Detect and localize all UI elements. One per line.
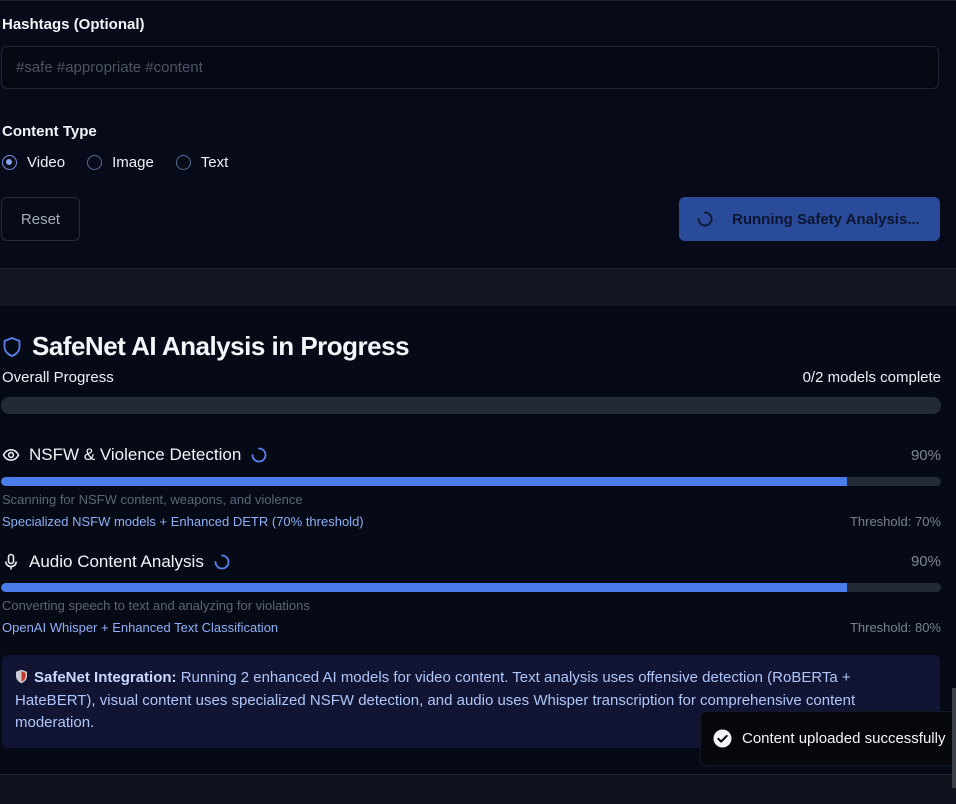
- radio-video-circle[interactable]: [2, 154, 17, 170]
- model-nsfw-progress-bar: [1, 477, 941, 486]
- model-audio-tech: OpenAI Whisper + Enhanced Text Classific…: [2, 620, 279, 635]
- reset-button-label: Reset: [20, 210, 61, 228]
- success-toast[interactable]: Content uploaded successfully: [700, 711, 956, 766]
- check-circle-icon: [713, 729, 732, 748]
- radio-image-circle[interactable]: [87, 154, 103, 170]
- model-audio-description: Converting speech to text and analyzing …: [2, 598, 310, 613]
- overall-progress-bar: [1, 397, 941, 414]
- radio-image-label[interactable]: Image: [112, 154, 154, 171]
- overall-progress-count: 0/2 models complete: [802, 369, 941, 386]
- overall-progress-label: Overall Progress: [2, 369, 114, 386]
- model-audio-percent: 90%: [910, 553, 941, 570]
- section-divider: [0, 268, 956, 307]
- microphone-icon: [5, 553, 17, 570]
- model-nsfw-name: NSFW & Violence Detection: [29, 445, 242, 464]
- run-analysis-button[interactable]: Running Safety Analysis...: [679, 197, 940, 241]
- analysis-header: SafeNet AI Analysis in Progress: [2, 331, 410, 362]
- loading-spinner-icon: [214, 554, 230, 570]
- radio-text-circle[interactable]: [175, 154, 191, 170]
- radio-image[interactable]: Image: [87, 154, 154, 171]
- shield-icon: [3, 336, 21, 357]
- run-analysis-button-label: Running Safety Analysis...: [732, 210, 920, 228]
- radio-video[interactable]: Video: [2, 154, 65, 171]
- model-nsfw-percent: 90%: [910, 447, 941, 464]
- eye-icon: [2, 448, 20, 462]
- analysis-title: SafeNet AI Analysis in Progress: [32, 331, 410, 361]
- integration-heading: SafeNet Integration:: [34, 669, 177, 686]
- model-audio-progress-fill: [1, 583, 847, 592]
- model-nsfw-threshold: Threshold: 70%: [849, 514, 941, 529]
- hashtags-label: Hashtags (Optional): [2, 16, 145, 33]
- model-nsfw-tech: Specialized NSFW models + Enhanced DETR …: [2, 514, 364, 529]
- reset-button[interactable]: Reset: [1, 197, 80, 241]
- model-nsfw-description: Scanning for NSFW content, weapons, and …: [2, 492, 303, 507]
- model-nsfw-header: NSFW & Violence Detection: [2, 445, 267, 465]
- model-audio-header: Audio Content Analysis: [2, 552, 230, 572]
- content-type-radio-group: Video Image Text: [2, 150, 250, 174]
- content-type-label: Content Type: [2, 123, 97, 140]
- model-audio-progress-bar: [1, 583, 941, 592]
- radio-text-label[interactable]: Text: [201, 154, 229, 171]
- model-audio-name: Audio Content Analysis: [29, 552, 204, 571]
- toast-message: Content uploaded successfully: [742, 730, 946, 747]
- shield-emoji-icon: [16, 669, 27, 684]
- footer-band: [0, 774, 956, 804]
- model-audio-threshold: Threshold: 80%: [849, 620, 941, 635]
- loading-spinner-icon: [697, 211, 713, 227]
- radio-text[interactable]: Text: [175, 154, 229, 171]
- loading-spinner-icon: [251, 447, 267, 463]
- window-edge: [952, 688, 956, 788]
- hashtags-input[interactable]: [1, 46, 939, 89]
- model-nsfw-progress-fill: [1, 477, 847, 486]
- radio-video-label[interactable]: Video: [27, 154, 65, 171]
